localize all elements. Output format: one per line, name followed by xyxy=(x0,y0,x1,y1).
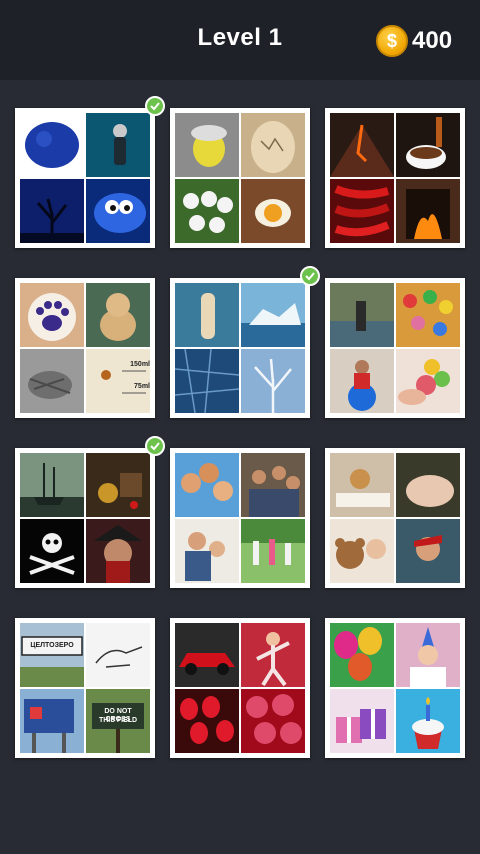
tile-image-balloons xyxy=(330,623,394,687)
field-sign-line2: THIS FIELD xyxy=(98,717,138,724)
tile-image-cat xyxy=(20,349,84,413)
tile-image-frosty-tree xyxy=(241,349,305,413)
puzzle-tile-6[interactable] xyxy=(325,278,465,418)
tile-image-boiled-egg xyxy=(241,179,305,243)
tile-image-exercise-ball xyxy=(330,349,394,413)
puzzle-tile-12[interactable] xyxy=(325,618,465,758)
solved-check-icon xyxy=(300,266,320,286)
tile-image-ghost-ship xyxy=(20,453,84,517)
puzzle-tile-9[interactable] xyxy=(325,448,465,588)
puzzle-tile-1[interactable] xyxy=(15,96,165,248)
tile-image-ice-cream xyxy=(175,283,239,347)
tile-image-frozen-water xyxy=(175,349,239,413)
tile-image-egg-figures xyxy=(175,179,239,243)
tile-image-tired-student xyxy=(330,453,394,517)
tile-image-pirate xyxy=(86,519,150,583)
coin-icon: $ xyxy=(376,25,408,57)
tile-image-party-baby xyxy=(396,623,460,687)
tile-image-cracked-egg xyxy=(241,113,305,177)
tile-image-diver xyxy=(86,113,150,177)
tile-image-fountain xyxy=(330,283,394,347)
tile-image-treasure xyxy=(86,453,150,517)
tile-image-napping-boy xyxy=(396,519,460,583)
puzzle-tile-3[interactable] xyxy=(325,108,465,248)
bottom-bar xyxy=(0,780,480,854)
solved-check-icon xyxy=(145,96,165,116)
puzzle-tile-5[interactable] xyxy=(170,266,320,418)
tile-image-sleeping-baby xyxy=(396,453,460,517)
town-sign-text: ЦЕЛТОЗЕРО xyxy=(30,642,74,649)
tile-image-park-family xyxy=(241,519,305,583)
tile-image-chili xyxy=(330,179,394,243)
tile-image-blue-fish xyxy=(86,179,150,243)
puzzle-tile-2[interactable] xyxy=(170,108,310,248)
tile-image-night-tree xyxy=(20,179,84,243)
tile-image-measuring-cup: 150ml 75ml xyxy=(86,349,150,413)
tile-image-egg-yolk xyxy=(175,113,239,177)
puzzle-tile-8[interactable] xyxy=(170,448,310,588)
puzzle-tile-7[interactable] xyxy=(15,436,165,588)
measure-label-a: 150ml xyxy=(130,361,150,368)
tile-image-teddy-bear xyxy=(330,519,394,583)
puzzle-tile-10[interactable]: ЦЕЛТОЗЕРО DO NOT CROSS THIS FIELD xyxy=(15,618,155,758)
tile-image-iceberg xyxy=(241,283,305,347)
tile-image-town-sign: ЦЕЛТОЗЕРО xyxy=(20,623,84,687)
tile-image-hand-ball xyxy=(396,349,460,413)
tile-image-family-selfie xyxy=(175,453,239,517)
tile-image-group xyxy=(241,453,305,517)
tile-image-coffee xyxy=(396,113,460,177)
tile-image-red-car xyxy=(175,623,239,687)
puzzle-tile-4[interactable]: 150ml 75ml xyxy=(15,278,155,418)
tile-image-raspberries xyxy=(241,689,305,753)
puzzle-tile-11[interactable] xyxy=(170,618,310,758)
tile-image-jolly-roger xyxy=(20,519,84,583)
tile-image-lanterns xyxy=(175,689,239,753)
tile-image-cupcake xyxy=(396,689,460,753)
tile-image-field-sign: DO NOT CROSS THIS FIELD xyxy=(86,689,150,753)
tile-image-billboard xyxy=(20,689,84,753)
solved-check-icon xyxy=(145,436,165,456)
tile-image-gifts xyxy=(330,689,394,753)
measure-label-b: 75ml xyxy=(134,383,150,390)
tile-image-candies xyxy=(396,283,460,347)
coin-count: 400 xyxy=(412,27,453,54)
tile-image-fireplace xyxy=(396,179,460,243)
coin-balance[interactable]: $ 400 xyxy=(376,24,452,58)
tile-image-dog xyxy=(86,283,150,347)
tile-image-parent-child xyxy=(175,519,239,583)
tile-image-dancer xyxy=(241,623,305,687)
tile-image-powder xyxy=(20,113,84,177)
tile-image-volcano xyxy=(330,113,394,177)
tile-image-paw-coffee xyxy=(20,283,84,347)
tile-image-hand-drawing xyxy=(86,623,150,687)
